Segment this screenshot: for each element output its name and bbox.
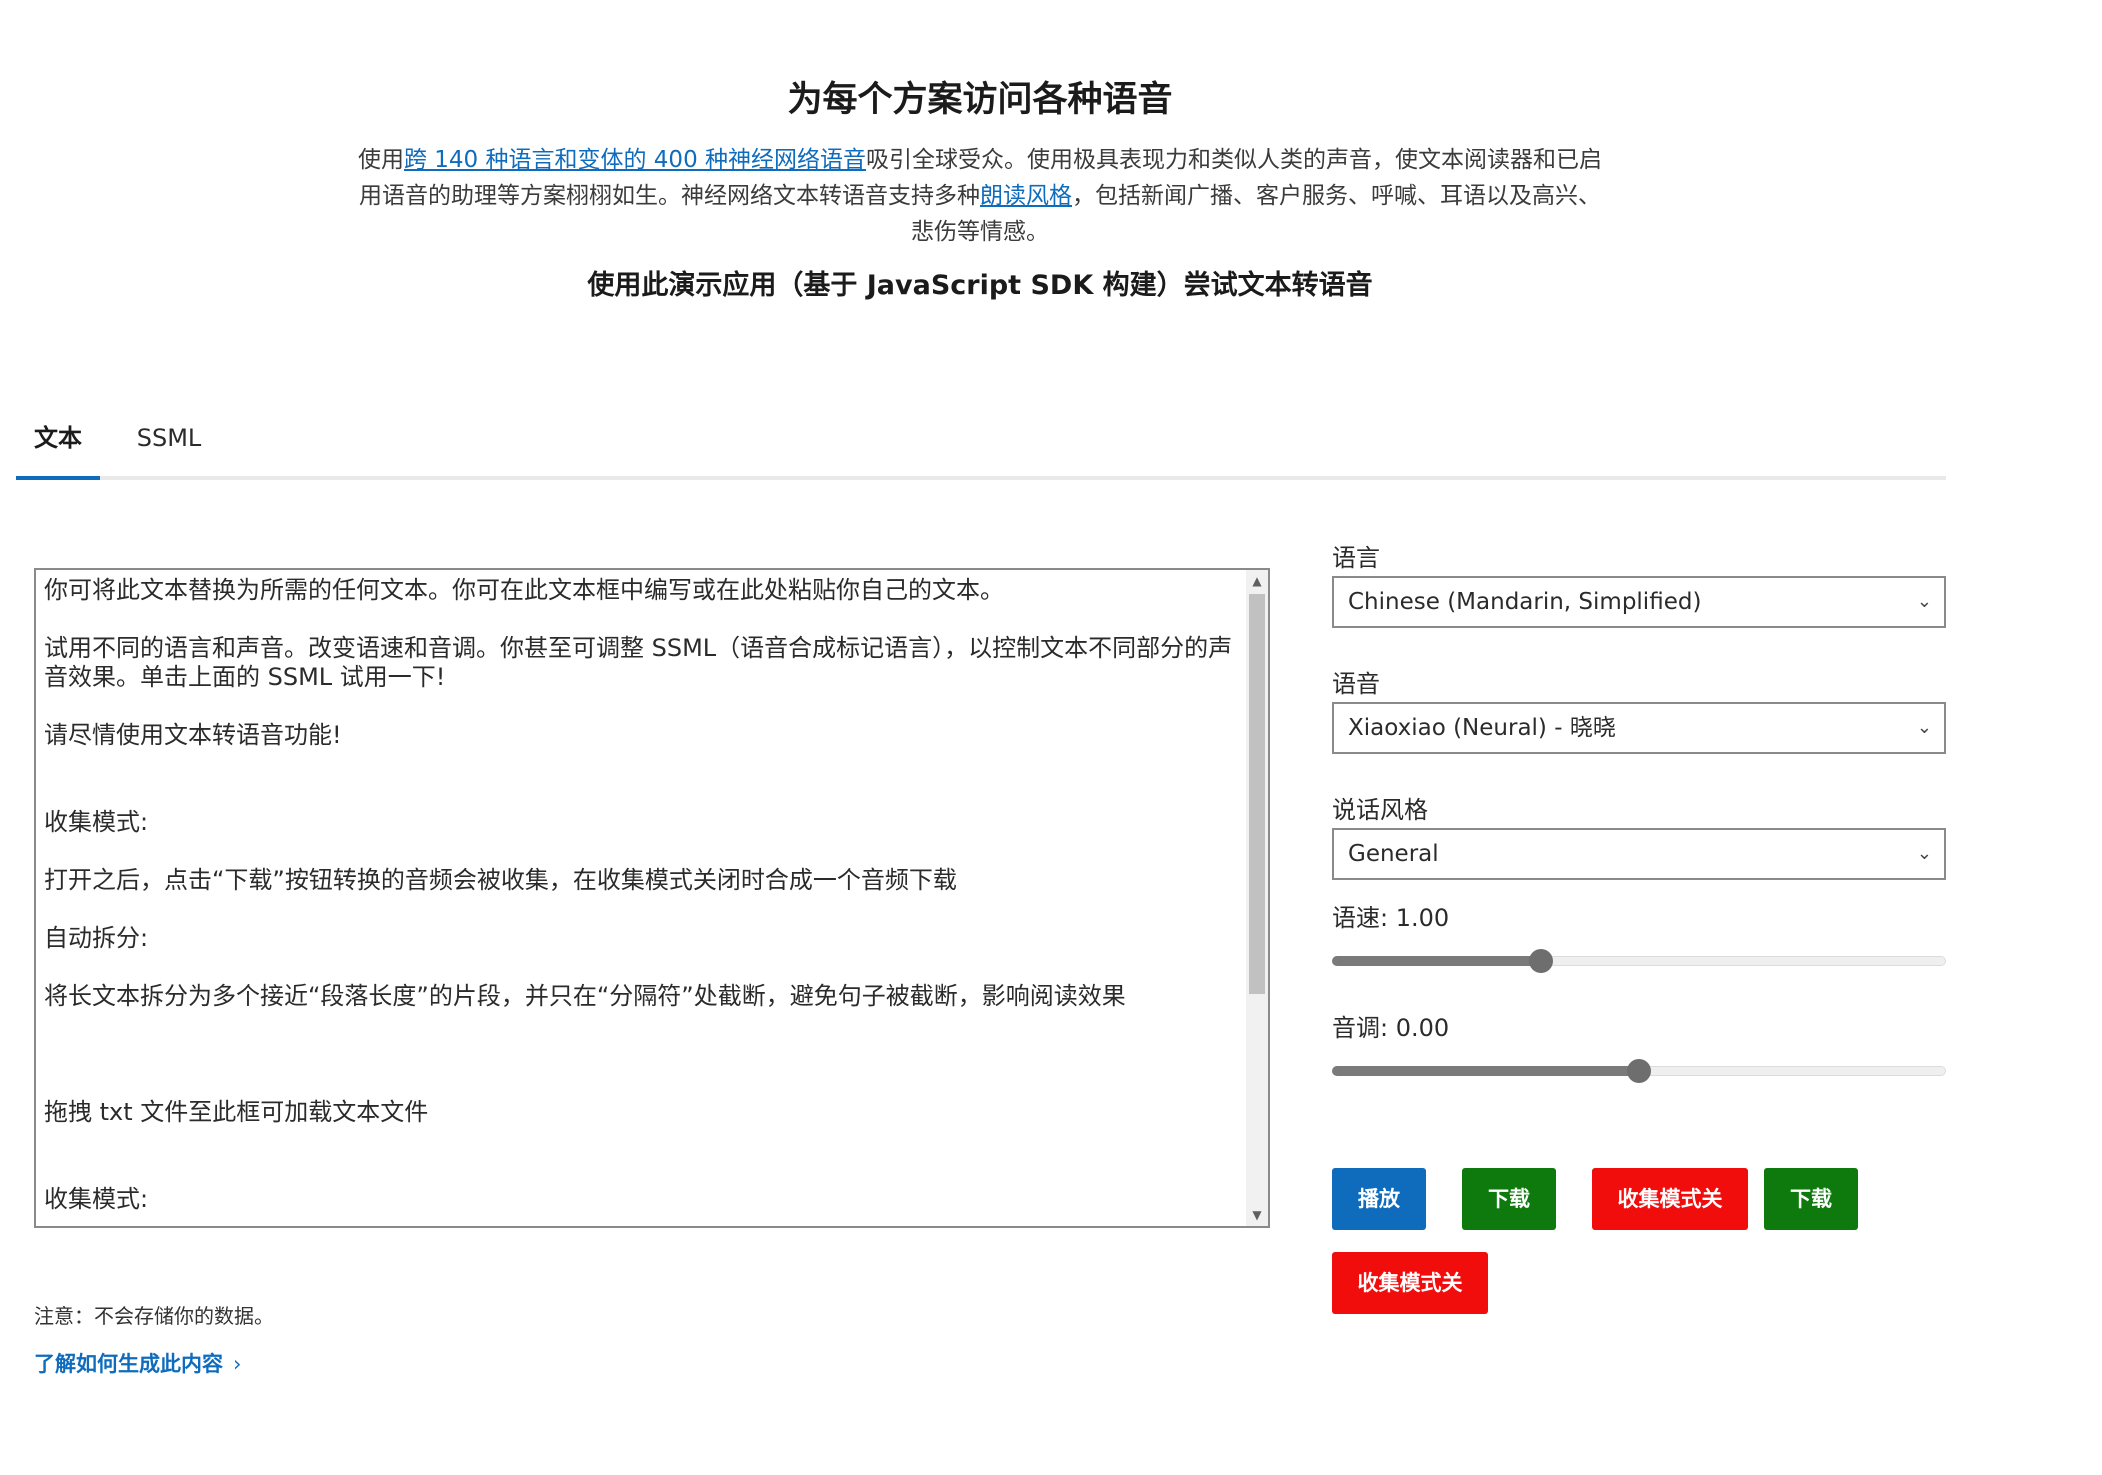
speech-rate-fill xyxy=(1332,956,1541,966)
intro-paragraph: 使用跨 140 种语言和变体的 400 种神经网络语音吸引全球受众。使用极具表现… xyxy=(330,142,1630,250)
demo-subtitle: 使用此演示应用（基于 JavaScript SDK 构建）尝试文本转语音 xyxy=(587,270,1373,301)
chevron-down-icon: ⌄ xyxy=(1916,591,1932,612)
download-button[interactable]: 下载 xyxy=(1462,1168,1556,1230)
text-input-area[interactable]: 你可将此文本替换为所需的任何文本。你可在此文本框中编写或在此处粘贴你自己的文本。… xyxy=(34,568,1270,1228)
chevron-down-icon: ⌄ xyxy=(1916,717,1932,738)
textarea-scrollbar[interactable]: ▲ ▼ xyxy=(1246,570,1268,1226)
download-button-secondary[interactable]: 下载 xyxy=(1764,1168,1858,1230)
speech-rate-slider[interactable] xyxy=(1332,940,1946,980)
chevron-right-icon: › xyxy=(233,1352,242,1376)
speaking-style-selected-value: General xyxy=(1348,841,1439,867)
pitch-slider[interactable] xyxy=(1332,1050,1946,1090)
pitch-fill xyxy=(1332,1066,1639,1076)
speaking-style-label: 说话风格 xyxy=(1332,796,1428,824)
voice-controls: 语言 Chinese (Mandarin, Simplified) ⌄ 语音 X… xyxy=(1332,540,1946,1090)
scrollbar-thumb[interactable] xyxy=(1249,594,1265,994)
speaking-styles-link[interactable]: 朗读风格 xyxy=(980,183,1072,209)
scroll-up-arrow-icon[interactable]: ▲ xyxy=(1246,570,1268,592)
editor-tabs: 文本 SSML xyxy=(16,408,1946,480)
voice-select[interactable]: Xiaoxiao (Neural) - 晓晓 ⌄ xyxy=(1332,702,1946,754)
chevron-down-icon: ⌄ xyxy=(1916,843,1932,864)
voices-link[interactable]: 跨 140 种语言和变体的 400 种神经网络语音 xyxy=(404,147,866,173)
page-header: 为每个方案访问各种语音 使用跨 140 种语言和变体的 400 种神经网络语音吸… xyxy=(330,74,1630,306)
tab-text[interactable]: 文本 xyxy=(16,408,100,480)
scroll-down-arrow-icon[interactable]: ▼ xyxy=(1246,1204,1268,1226)
pitch-thumb[interactable] xyxy=(1627,1059,1651,1083)
intro-text-1: 使用 xyxy=(357,147,404,173)
learn-more-link[interactable]: 了解如何生成此内容 › xyxy=(34,1348,241,1378)
language-label: 语言 xyxy=(1332,544,1380,572)
pitch-label: 音调: 0.00 xyxy=(1332,1014,1450,1042)
voice-selected-value: Xiaoxiao (Neural) - 晓晓 xyxy=(1348,715,1616,741)
speech-rate-label: 语速: 1.00 xyxy=(1332,904,1450,932)
play-button[interactable]: 播放 xyxy=(1332,1168,1426,1230)
language-select[interactable]: Chinese (Mandarin, Simplified) ⌄ xyxy=(1332,576,1946,628)
collect-mode-toggle-button-secondary[interactable]: 收集模式关 xyxy=(1332,1252,1488,1314)
collect-mode-toggle-button[interactable]: 收集模式关 xyxy=(1592,1168,1748,1230)
text-input-content[interactable]: 你可将此文本替换为所需的任何文本。你可在此文本框中编写或在此处粘贴你自己的文本。… xyxy=(44,576,1240,1220)
learn-more-label: 了解如何生成此内容 xyxy=(34,1352,223,1376)
language-selected-value: Chinese (Mandarin, Simplified) xyxy=(1348,589,1702,615)
voice-label: 语音 xyxy=(1332,670,1380,698)
privacy-note: 注意：不会存储你的数据。 xyxy=(34,1304,274,1328)
tab-ssml[interactable]: SSML xyxy=(124,408,214,476)
page-title: 为每个方案访问各种语音 xyxy=(787,80,1173,120)
speech-rate-thumb[interactable] xyxy=(1528,949,1553,973)
speaking-style-select[interactable]: General ⌄ xyxy=(1332,828,1946,880)
